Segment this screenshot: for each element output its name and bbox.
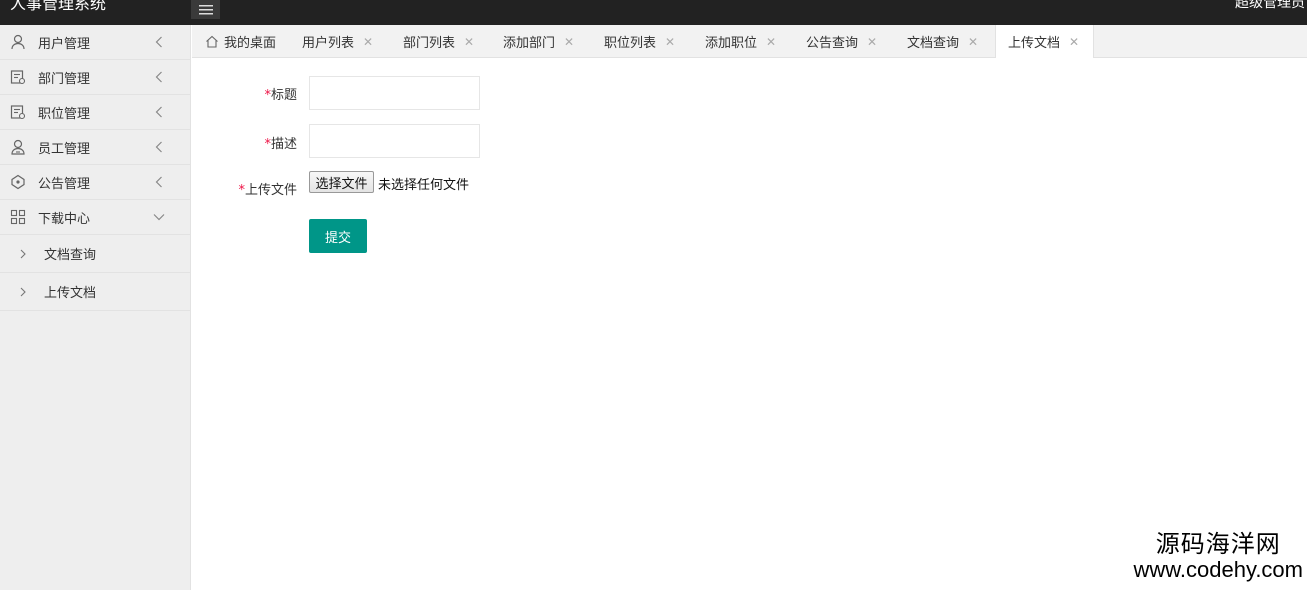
chevron-right-icon — [20, 248, 30, 260]
sidebar-item-label: 用户管理 — [38, 36, 91, 52]
tab-label: 职位列表 — [604, 36, 657, 51]
tab-label: 用户列表 — [302, 36, 355, 51]
tab-document-query[interactable]: 文档查询 ✕ — [907, 25, 978, 58]
sidebar: 用户管理 部门管理 职位管理 员工管理 公告管理 下载中心 文档查询 上传文档 — [0, 25, 191, 590]
sidebar-item-label: 下载中心 — [38, 211, 91, 227]
user-menu[interactable]: 超级管理员 — [1235, 0, 1305, 12]
description-input[interactable] — [309, 124, 480, 158]
close-icon[interactable]: ✕ — [363, 35, 373, 49]
tab-user-list[interactable]: 用户列表 ✕ — [302, 25, 373, 58]
chevron-left-icon — [152, 140, 166, 154]
employee-icon — [10, 139, 26, 155]
sidebar-subitem-document-query[interactable]: 文档查询 — [0, 235, 190, 273]
sidebar-item-position-management[interactable]: 职位管理 — [0, 95, 190, 130]
app-title: 人事管理系统 — [10, 0, 107, 13]
tab-upload-document[interactable]: 上传文档 ✕ — [995, 25, 1095, 58]
sidebar-item-notice-management[interactable]: 公告管理 — [0, 165, 190, 200]
tab-add-position[interactable]: 添加职位 ✕ — [705, 25, 776, 58]
tab-position-list[interactable]: 职位列表 ✕ — [604, 25, 675, 58]
watermark: 源码海洋网 www.codehy.com — [1133, 530, 1303, 582]
close-icon[interactable]: ✕ — [564, 35, 574, 49]
main-content: *标题 *描述 *上传文件 选择文件 未选择任何文件 提交 — [192, 58, 1307, 590]
title-input[interactable] — [309, 76, 480, 110]
notice-icon — [10, 174, 26, 190]
sidebar-item-department-management[interactable]: 部门管理 — [0, 60, 190, 95]
description-label: *描述 — [264, 137, 297, 152]
close-icon[interactable]: ✕ — [464, 35, 474, 49]
close-icon[interactable]: ✕ — [867, 35, 877, 49]
chevron-left-icon — [152, 175, 166, 189]
close-icon[interactable]: ✕ — [766, 35, 776, 49]
sidebar-item-label: 公告管理 — [38, 176, 91, 192]
tab-desktop[interactable]: 我的桌面 — [205, 25, 276, 58]
choose-file-button[interactable]: 选择文件 — [309, 171, 374, 193]
user-icon — [10, 34, 26, 50]
tab-bar: 我的桌面 用户列表 ✕ 部门列表 ✕ 添加部门 ✕ 职位列表 ✕ 添加职位 ✕ … — [192, 25, 1307, 58]
upload-file-label: *上传文件 — [238, 183, 297, 198]
chevron-left-icon — [152, 70, 166, 84]
chevron-left-icon — [152, 105, 166, 119]
tab-label: 文档查询 — [907, 36, 960, 51]
hamburger-icon — [198, 4, 213, 14]
close-icon[interactable]: ✕ — [665, 35, 675, 49]
tab-notice-query[interactable]: 公告查询 ✕ — [806, 25, 877, 58]
tab-label: 我的桌面 — [224, 36, 277, 51]
chevron-left-icon — [152, 35, 166, 49]
tab-department-list[interactable]: 部门列表 ✕ — [403, 25, 474, 58]
sidebar-item-label: 部门管理 — [38, 71, 91, 87]
sidebar-item-employee-management[interactable]: 员工管理 — [0, 130, 190, 165]
tab-label: 添加职位 — [705, 36, 758, 51]
watermark-line-1: 源码海洋网 — [1155, 530, 1281, 558]
sidebar-subitem-upload-document[interactable]: 上传文档 — [0, 273, 190, 311]
tab-label: 添加部门 — [503, 36, 556, 51]
submit-button[interactable]: 提交 — [309, 219, 367, 253]
tab-label: 公告查询 — [806, 36, 859, 51]
menu-toggle-button[interactable] — [191, 0, 220, 19]
title-label: *标题 — [264, 88, 297, 103]
close-icon[interactable]: ✕ — [1069, 35, 1079, 49]
tab-label: 部门列表 — [403, 36, 456, 51]
tab-label: 上传文档 — [1008, 36, 1061, 51]
top-bar: 人事管理系统 超级管理员 — [0, 0, 1307, 25]
file-status-text: 未选择任何文件 — [378, 178, 470, 193]
sidebar-item-user-management[interactable]: 用户管理 — [0, 25, 190, 60]
sidebar-subitem-label: 上传文档 — [44, 286, 97, 301]
chevron-right-icon — [20, 286, 30, 298]
chevron-down-icon — [152, 210, 166, 224]
tab-add-department[interactable]: 添加部门 ✕ — [503, 25, 574, 58]
sidebar-item-label: 员工管理 — [38, 141, 91, 157]
sidebar-item-download-center[interactable]: 下载中心 — [0, 200, 190, 235]
grid-icon — [10, 209, 26, 225]
watermark-line-2: www.codehy.com — [1133, 557, 1303, 582]
sidebar-subitem-label: 文档查询 — [44, 248, 97, 263]
close-icon[interactable]: ✕ — [968, 35, 978, 49]
home-icon — [205, 35, 219, 48]
sidebar-item-label: 职位管理 — [38, 106, 91, 122]
department-icon — [10, 69, 26, 85]
position-icon — [10, 104, 26, 120]
